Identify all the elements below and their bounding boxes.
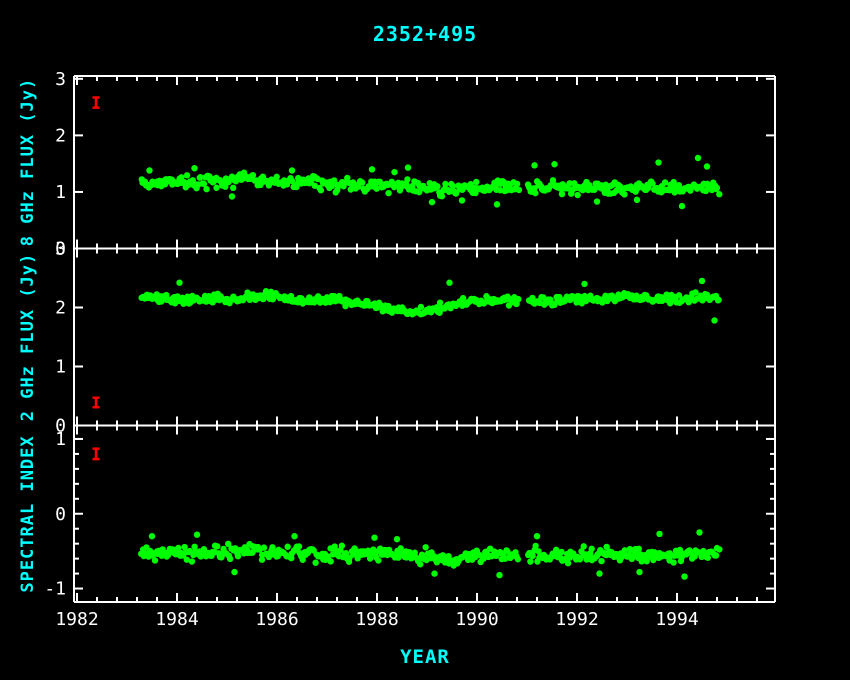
x-axis-ticks — [77, 76, 757, 602]
error-bar-spectral-index — [93, 449, 100, 459]
svg-text:1988: 1988 — [355, 609, 398, 630]
svg-text:2: 2 — [55, 125, 66, 146]
x-axis-label: YEAR — [0, 646, 850, 668]
data-series-spectral-index — [138, 529, 723, 580]
data-series-8ghz-flux — [139, 155, 723, 209]
y-axis-ticks-spectral-index — [74, 439, 775, 589]
svg-text:2: 2 — [55, 298, 66, 319]
svg-text:1986: 1986 — [255, 609, 298, 630]
plot-canvas: 198219841986198819901992199401230123-101 — [0, 0, 850, 680]
svg-text:0: 0 — [55, 504, 66, 525]
svg-text:1: 1 — [55, 182, 66, 203]
svg-text:1992: 1992 — [555, 609, 598, 630]
svg-text:1982: 1982 — [55, 609, 98, 630]
svg-text:1984: 1984 — [155, 609, 198, 630]
y-axis-ticks-8ghz-flux — [74, 79, 775, 249]
y-axis-ticks-2ghz-flux — [74, 249, 775, 426]
svg-text:1: 1 — [55, 429, 66, 450]
y-axis-tick-labels-8ghz-flux: 0123 — [55, 69, 66, 260]
svg-text:1994: 1994 — [655, 609, 698, 630]
y-axis-label-8ghz-flux: 8 GHz FLUX (Jy) — [18, 78, 38, 247]
svg-text:1990: 1990 — [455, 609, 498, 630]
y-axis-label-2ghz-flux: 2 GHz FLUX (Jy) — [18, 253, 38, 422]
x-axis-tick-labels: 1982 1984 1986 1988 1990 1992 1994 — [55, 609, 698, 630]
error-bar-2ghz-flux — [93, 398, 100, 407]
svg-text:3: 3 — [55, 69, 66, 90]
y-axis-tick-labels-2ghz-flux: 0123 — [55, 239, 66, 437]
y-axis-tick-labels-spectral-index: -1 0 1 — [44, 429, 66, 600]
svg-text:1: 1 — [55, 357, 66, 378]
data-series-2ghz-flux — [138, 278, 721, 324]
plot-frame — [74, 76, 775, 602]
error-bar-8ghz-flux — [93, 97, 100, 107]
y-axis-label-spectral-index: SPECTRAL INDEX — [18, 435, 38, 592]
svg-text:3: 3 — [55, 239, 66, 260]
plot-figure: 2352+495 1982198419861988199019921994012… — [0, 0, 850, 680]
svg-text:-1: -1 — [44, 579, 66, 600]
